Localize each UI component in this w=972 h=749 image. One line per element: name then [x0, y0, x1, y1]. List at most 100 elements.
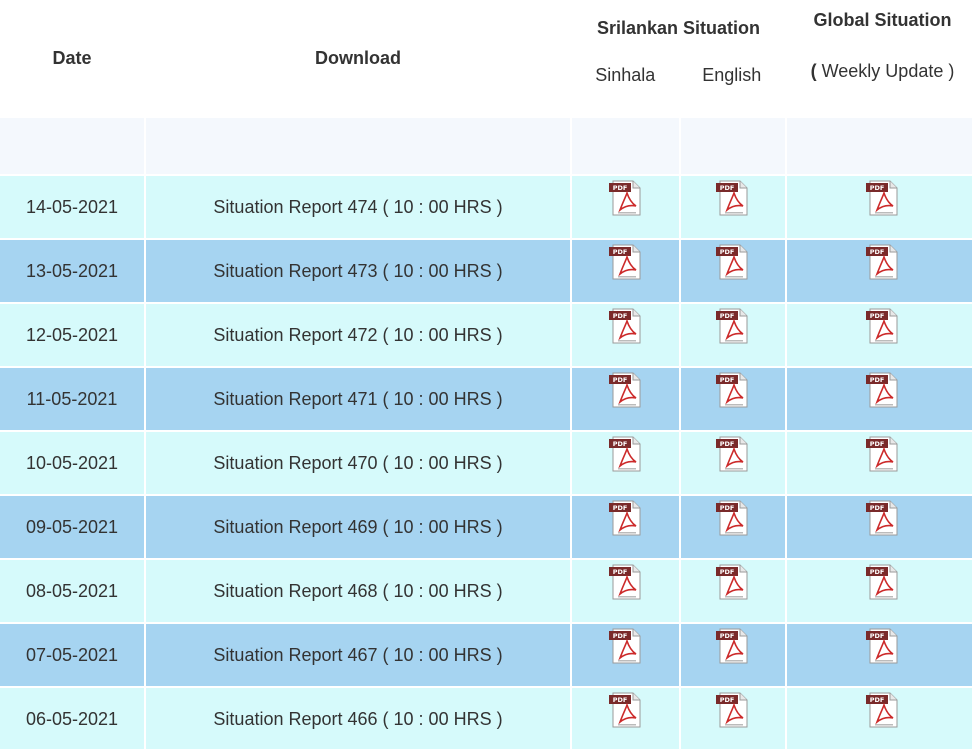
sinhala-pdf-cell: PDF — [572, 688, 679, 749]
global-pdf-download-link[interactable]: PDF — [865, 692, 900, 732]
english-pdf-cell: PDF — [681, 176, 785, 238]
pdf-file-icon[interactable]: PDF — [865, 372, 900, 408]
pdf-file-icon[interactable]: PDF — [716, 564, 750, 600]
report-date: 12-05-2021 — [0, 304, 144, 366]
svg-text:PDF: PDF — [612, 440, 627, 448]
global-pdf-download-link[interactable]: PDF — [865, 244, 900, 284]
svg-text:PDF: PDF — [869, 184, 884, 192]
svg-text:PDF: PDF — [612, 312, 627, 320]
pdf-file-icon[interactable]: PDF — [716, 692, 750, 728]
global-pdf-download-link[interactable]: PDF — [865, 628, 900, 668]
pdf-file-icon[interactable]: PDF — [608, 628, 643, 664]
svg-text:PDF: PDF — [869, 440, 884, 448]
svg-text:PDF: PDF — [720, 312, 735, 320]
pdf-file-icon[interactable]: PDF — [608, 308, 643, 344]
english-pdf-cell: PDF — [681, 560, 785, 622]
english-pdf-download-link[interactable]: PDF — [716, 308, 750, 348]
global-pdf-cell: PDF — [787, 176, 972, 238]
sinhala-pdf-download-link[interactable]: PDF — [608, 564, 643, 604]
pdf-file-icon[interactable]: PDF — [716, 308, 750, 344]
pdf-file-icon[interactable]: PDF — [608, 564, 643, 600]
svg-text:PDF: PDF — [869, 376, 884, 384]
english-pdf-download-link[interactable]: PDF — [716, 500, 750, 540]
sinhala-pdf-download-link[interactable]: PDF — [608, 372, 643, 412]
english-pdf-download-link[interactable]: PDF — [716, 436, 750, 476]
report-title: Situation Report 474 ( 10 : 00 HRS ) — [146, 176, 570, 238]
english-pdf-download-link[interactable]: PDF — [716, 244, 750, 284]
pdf-file-icon[interactable]: PDF — [608, 500, 643, 536]
report-title: Situation Report 466 ( 10 : 00 HRS ) — [146, 688, 570, 749]
global-pdf-cell: PDF — [787, 368, 972, 430]
global-pdf-download-link[interactable]: PDF — [865, 564, 900, 604]
pdf-file-icon[interactable]: PDF — [608, 372, 643, 408]
report-date: 10-05-2021 — [0, 432, 144, 494]
table-header-row: Date Download Srilankan Situation Sinhal… — [0, 0, 972, 116]
table-row: 07-05-2021 Situation Report 467 ( 10 : 00… — [0, 624, 972, 686]
report-title: Situation Report 468 ( 10 : 00 HRS ) — [146, 560, 570, 622]
sinhala-pdf-download-link[interactable]: PDF — [608, 628, 643, 668]
global-pdf-cell: PDF — [787, 496, 972, 558]
sinhala-pdf-download-link[interactable]: PDF — [608, 180, 643, 220]
sinhala-pdf-download-link[interactable]: PDF — [608, 436, 643, 476]
svg-text:PDF: PDF — [612, 504, 627, 512]
pdf-file-icon[interactable]: PDF — [716, 372, 750, 408]
table-row: 11-05-2021 Situation Report 471 ( 10 : 00… — [0, 368, 972, 430]
pdf-file-icon[interactable]: PDF — [716, 628, 750, 664]
report-date: 09-05-2021 — [0, 496, 144, 558]
global-pdf-download-link[interactable]: PDF — [865, 372, 900, 412]
svg-text:PDF: PDF — [720, 376, 735, 384]
pdf-file-icon[interactable]: PDF — [865, 308, 900, 344]
table-row: 09-05-2021 Situation Report 469 ( 10 : 00… — [0, 496, 972, 558]
english-pdf-cell: PDF — [681, 432, 785, 494]
report-date: 13-05-2021 — [0, 240, 144, 302]
pdf-file-icon[interactable]: PDF — [608, 180, 643, 216]
pdf-file-icon[interactable]: PDF — [608, 244, 643, 280]
sinhala-pdf-download-link[interactable]: PDF — [608, 244, 643, 284]
pdf-file-icon[interactable]: PDF — [716, 436, 750, 472]
pdf-file-icon[interactable]: PDF — [865, 500, 900, 536]
english-column-header: English — [702, 65, 762, 85]
pdf-file-icon[interactable]: PDF — [716, 244, 750, 280]
pdf-file-icon[interactable]: PDF — [865, 244, 900, 280]
svg-text:PDF: PDF — [720, 568, 735, 576]
pdf-file-icon[interactable]: PDF — [716, 500, 750, 536]
english-pdf-download-link[interactable]: PDF — [716, 628, 750, 668]
pdf-file-icon[interactable]: PDF — [865, 628, 900, 664]
pdf-file-icon[interactable]: PDF — [608, 692, 643, 728]
english-pdf-download-link[interactable]: PDF — [716, 180, 750, 220]
download-column-header: Download — [315, 47, 401, 68]
pdf-file-icon[interactable]: PDF — [865, 564, 900, 600]
english-pdf-download-link[interactable]: PDF — [716, 372, 750, 412]
svg-text:PDF: PDF — [720, 696, 735, 704]
svg-text:PDF: PDF — [869, 568, 884, 576]
report-date: 06-05-2021 — [0, 688, 144, 749]
sinhala-column-header: Sinhala — [595, 65, 656, 85]
pdf-file-icon[interactable]: PDF — [608, 436, 643, 472]
svg-text:PDF: PDF — [869, 248, 884, 256]
report-date: 08-05-2021 — [0, 560, 144, 622]
svg-text:PDF: PDF — [720, 632, 735, 640]
situation-reports-table: Date Download Srilankan Situation Sinhal… — [0, 0, 972, 749]
global-pdf-download-link[interactable]: PDF — [865, 180, 900, 220]
global-pdf-download-link[interactable]: PDF — [865, 436, 900, 476]
pdf-file-icon[interactable]: PDF — [865, 436, 900, 472]
sinhala-pdf-cell: PDF — [572, 496, 679, 558]
weekly-update-label: ( Weekly Update ) — [810, 61, 955, 81]
pdf-file-icon[interactable]: PDF — [716, 180, 750, 216]
table-row: 13-05-2021 Situation Report 473 ( 10 : 00… — [0, 240, 972, 302]
pdf-file-icon[interactable]: PDF — [865, 692, 900, 728]
sinhala-pdf-download-link[interactable]: PDF — [608, 692, 643, 732]
sinhala-pdf-cell: PDF — [572, 368, 679, 430]
report-title: Situation Report 471 ( 10 : 00 HRS ) — [146, 368, 570, 430]
pdf-file-icon[interactable]: PDF — [865, 180, 900, 216]
global-pdf-download-link[interactable]: PDF — [865, 500, 900, 540]
sinhala-pdf-cell: PDF — [572, 624, 679, 686]
svg-text:PDF: PDF — [720, 248, 735, 256]
sinhala-pdf-download-link[interactable]: PDF — [608, 500, 643, 540]
english-pdf-cell: PDF — [681, 368, 785, 430]
english-pdf-download-link[interactable]: PDF — [716, 692, 750, 732]
english-pdf-cell: PDF — [681, 688, 785, 749]
global-pdf-download-link[interactable]: PDF — [865, 308, 900, 348]
english-pdf-download-link[interactable]: PDF — [716, 564, 750, 604]
sinhala-pdf-download-link[interactable]: PDF — [608, 308, 643, 348]
